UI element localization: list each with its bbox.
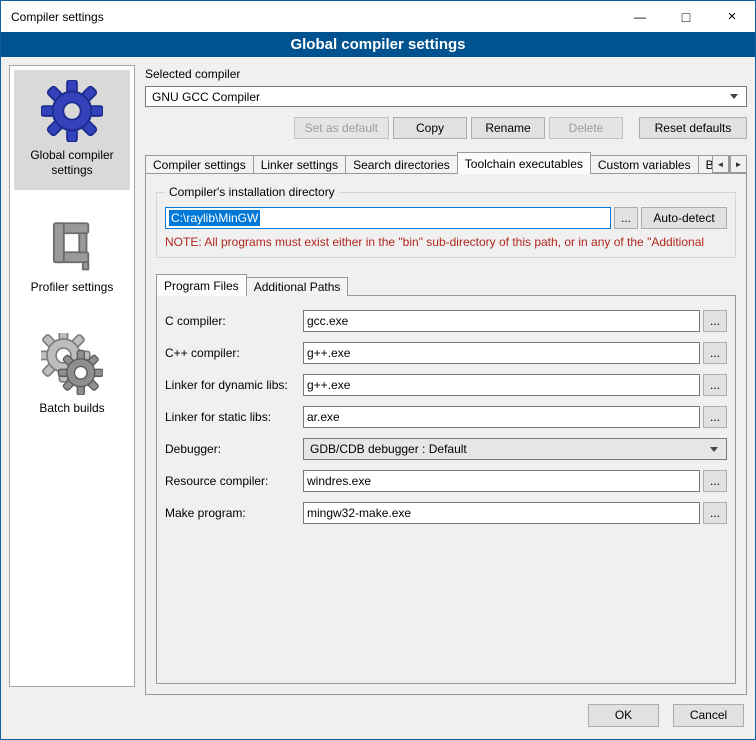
delete-button: Delete <box>549 117 623 139</box>
form-row: Linker for static libs: ... <box>165 406 727 428</box>
form-row: C compiler: ... <box>165 310 727 332</box>
tab-custom-variables[interactable]: Custom variables <box>590 155 699 174</box>
form-row: Linker for dynamic libs: ... <box>165 374 727 396</box>
dialog-body: Global compiler settings Profiler settin… <box>1 57 755 699</box>
selected-compiler-select[interactable]: GNU GCC Compiler <box>145 86 747 107</box>
debugger-value: GDB/CDB debugger : Default <box>310 442 704 456</box>
browse-button[interactable]: ... <box>703 374 727 396</box>
set-as-default-button: Set as default <box>294 117 389 139</box>
debugger-label: Debugger: <box>165 442 303 456</box>
static-linker-input[interactable] <box>303 406 700 428</box>
cpp-compiler-label: C++ compiler: <box>165 346 303 360</box>
copy-button[interactable]: Copy <box>393 117 467 139</box>
dynamic-linker-input[interactable] <box>303 374 700 396</box>
program-tabs: Program Files Additional Paths <box>156 274 736 296</box>
tab-compiler-settings[interactable]: Compiler settings <box>145 155 254 174</box>
compiler-settings-dialog: Compiler settings — □ × Global compiler … <box>0 0 756 740</box>
cancel-button[interactable]: Cancel <box>673 704 744 727</box>
tab-scrollers: ◄ ► <box>711 155 747 173</box>
toolchain-executables-panel: Compiler's installation directory C:\ray… <box>145 173 747 695</box>
sidebar-item-global-compiler-settings[interactable]: Global compiler settings <box>14 70 130 190</box>
ok-button[interactable]: OK <box>588 704 659 727</box>
subtab-additional-paths[interactable]: Additional Paths <box>246 277 349 296</box>
selected-compiler-label: Selected compiler <box>145 67 747 81</box>
sidebar-item-batch-builds[interactable]: Batch builds <box>14 323 130 428</box>
settings-sidebar: Global compiler settings Profiler settin… <box>9 65 135 687</box>
cpp-compiler-input[interactable] <box>303 342 700 364</box>
dialog-header: Global compiler settings <box>1 32 755 57</box>
sidebar-item-label: Global compiler settings <box>16 148 128 178</box>
profiler-clamp-icon <box>43 216 101 274</box>
browse-button[interactable]: ... <box>703 310 727 332</box>
dynamic-linker-label: Linker for dynamic libs: <box>165 378 303 392</box>
make-program-input[interactable] <box>303 502 700 524</box>
form-row: C++ compiler: ... <box>165 342 727 364</box>
autodetect-button[interactable]: Auto-detect <box>641 207 727 229</box>
reset-defaults-button[interactable]: Reset defaults <box>639 117 747 139</box>
settings-tabs: Compiler settings Linker settings Search… <box>145 152 747 174</box>
static-linker-label: Linker for static libs: <box>165 410 303 424</box>
tab-toolchain-executables[interactable]: Toolchain executables <box>457 152 591 174</box>
rename-button[interactable]: Rename <box>471 117 545 139</box>
browse-directory-button[interactable]: ... <box>614 207 638 229</box>
window-controls: — □ × <box>617 1 755 32</box>
titlebar: Compiler settings — □ × <box>1 1 755 32</box>
installation-directory-input[interactable]: C:\raylib\MinGW <box>165 207 611 229</box>
form-row: Debugger: GDB/CDB debugger : Default <box>165 438 727 460</box>
resource-compiler-label: Resource compiler: <box>165 474 303 488</box>
bin-subdirectory-note: NOTE: All programs must exist either in … <box>165 235 727 249</box>
tab-linker-settings[interactable]: Linker settings <box>253 155 346 174</box>
sidebar-item-label: Batch builds <box>39 401 104 416</box>
installation-directory-group: Compiler's installation directory C:\ray… <box>156 192 736 258</box>
sidebar-item-profiler-settings[interactable]: Profiler settings <box>14 206 130 307</box>
make-program-label: Make program: <box>165 506 303 520</box>
browse-button[interactable]: ... <box>703 342 727 364</box>
minimize-button[interactable]: — <box>617 1 663 32</box>
chevron-down-icon <box>710 447 718 452</box>
form-row: Resource compiler: ... <box>165 470 727 492</box>
dialog-footer: OK Cancel <box>1 699 755 739</box>
batch-builds-gears-icon <box>41 333 103 395</box>
installation-directory-row: C:\raylib\MinGW ... Auto-detect <box>165 207 727 229</box>
tab-scroll-right-icon[interactable]: ► <box>730 155 747 173</box>
close-button[interactable]: × <box>709 1 755 32</box>
tab-scroll-left-icon[interactable]: ◄ <box>712 155 729 173</box>
subtab-program-files[interactable]: Program Files <box>156 274 247 296</box>
chevron-down-icon <box>730 94 738 99</box>
c-compiler-input[interactable] <box>303 310 700 332</box>
page-title: Global compiler settings <box>290 36 465 53</box>
selected-compiler-value: GNU GCC Compiler <box>152 90 724 104</box>
maximize-button[interactable]: □ <box>663 1 709 32</box>
resource-compiler-input[interactable] <box>303 470 700 492</box>
installation-directory-value: C:\raylib\MinGW <box>169 210 260 226</box>
main-panel: Selected compiler GNU GCC Compiler Set a… <box>145 65 747 695</box>
window-title: Compiler settings <box>1 10 104 24</box>
browse-button[interactable]: ... <box>703 502 727 524</box>
form-row: Make program: ... <box>165 502 727 524</box>
debugger-select[interactable]: GDB/CDB debugger : Default <box>303 438 727 460</box>
tab-search-directories[interactable]: Search directories <box>345 155 458 174</box>
program-files-panel: C compiler: ... C++ compiler: ... Linker… <box>156 295 736 684</box>
browse-button[interactable]: ... <box>703 470 727 492</box>
sidebar-item-label: Profiler settings <box>31 280 114 295</box>
browse-button[interactable]: ... <box>703 406 727 428</box>
compiler-actions: Set as default Copy Rename Delete Reset … <box>145 117 747 139</box>
c-compiler-label: C compiler: <box>165 314 303 328</box>
installation-directory-title: Compiler's installation directory <box>165 185 339 199</box>
gear-blue-icon <box>41 80 103 142</box>
